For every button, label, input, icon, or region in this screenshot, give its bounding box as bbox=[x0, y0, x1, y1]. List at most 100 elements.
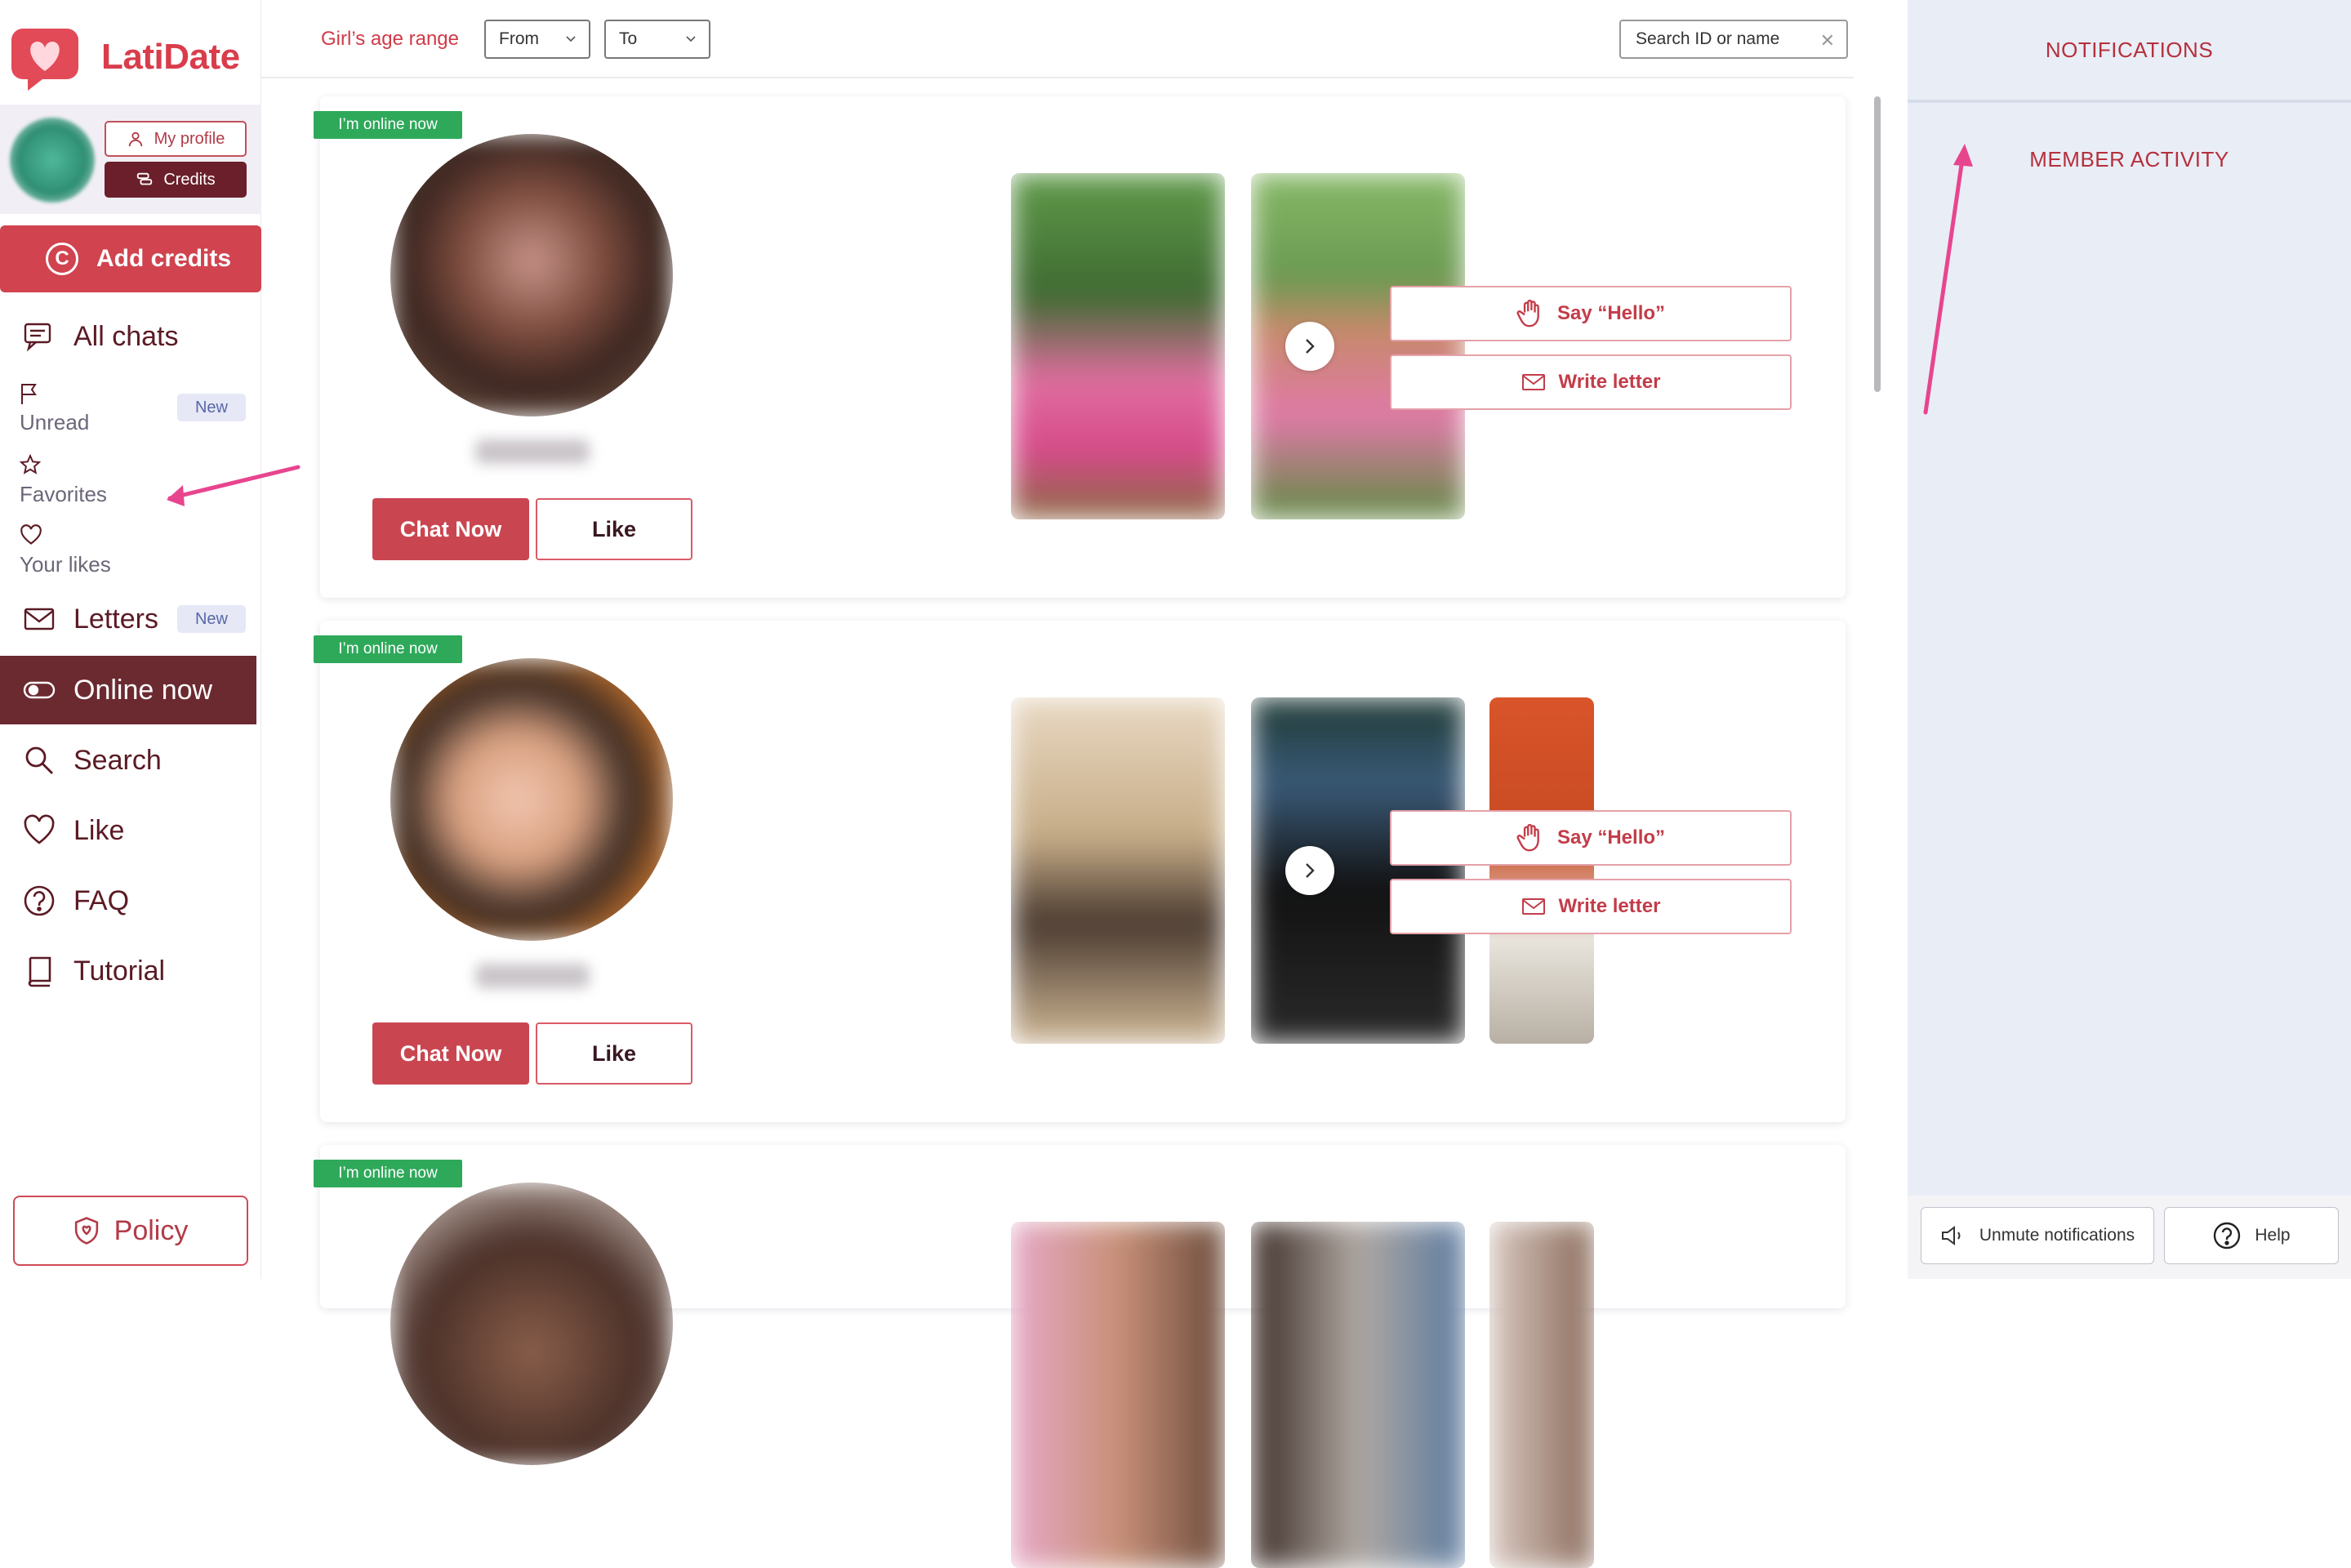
panel-footer: Unmute notifications Help bbox=[1908, 1196, 2351, 1279]
nav-tutorial[interactable]: Tutorial bbox=[0, 937, 256, 1005]
gallery-photo[interactable] bbox=[1011, 697, 1225, 1044]
divider bbox=[1908, 100, 2351, 103]
nav-search[interactable]: Search bbox=[0, 726, 256, 795]
user-icon bbox=[128, 131, 142, 147]
chevron-down-icon bbox=[686, 36, 696, 42]
chat-now-button[interactable]: Chat Now bbox=[372, 1022, 529, 1085]
nav-your-likes-label: Your likes bbox=[20, 552, 111, 577]
gallery-photo[interactable] bbox=[1251, 1222, 1465, 1568]
unread-new-badge: New bbox=[177, 394, 246, 421]
nav-online-now[interactable]: Online now bbox=[0, 656, 256, 724]
profile-photo[interactable] bbox=[390, 658, 673, 941]
speaker-muted-icon bbox=[1941, 1226, 1961, 1245]
sidebar: LatiDate My profile Credits C Add credit… bbox=[0, 0, 261, 1279]
profile-box: My profile Credits bbox=[0, 105, 261, 214]
profile-card: I’m online now bbox=[314, 1145, 1846, 1568]
book-icon bbox=[28, 956, 51, 987]
my-profile-button[interactable]: My profile bbox=[105, 121, 247, 157]
search-icon bbox=[25, 746, 53, 774]
waving-hand-icon bbox=[1516, 823, 1539, 852]
nav-all-chats[interactable]: All chats bbox=[0, 302, 256, 371]
nav-like[interactable]: Like bbox=[0, 796, 256, 865]
chat-now-button[interactable]: Chat Now bbox=[372, 498, 529, 560]
envelope-icon bbox=[1521, 374, 1545, 390]
add-credits-label: Add credits bbox=[96, 245, 232, 272]
scrollbar[interactable] bbox=[1874, 96, 1881, 392]
coins-icon bbox=[137, 172, 153, 185]
profile-card: I’m online now Chat Now Like Say “Hello”… bbox=[314, 621, 1846, 1122]
chevron-right-icon bbox=[1306, 339, 1315, 354]
gallery-next-button[interactable] bbox=[1285, 322, 1334, 371]
chevron-right-icon bbox=[1306, 863, 1315, 878]
my-profile-label: My profile bbox=[154, 129, 225, 148]
nav-faq-label: FAQ bbox=[73, 884, 130, 916]
notifications-title[interactable]: NOTIFICATIONS bbox=[1908, 38, 2351, 63]
question-circle-icon bbox=[24, 885, 55, 916]
gallery-photo[interactable] bbox=[1011, 1222, 1225, 1568]
nav-favorites[interactable]: Favorites bbox=[20, 454, 256, 511]
say-hello-button[interactable]: Say “Hello” bbox=[1390, 286, 1792, 341]
gallery-photo[interactable] bbox=[1489, 697, 1594, 1044]
gallery-photo[interactable] bbox=[1251, 173, 1465, 519]
unmute-notifications-button[interactable]: Unmute notifications bbox=[1921, 1207, 2154, 1264]
profile-name-blurred bbox=[475, 439, 590, 464]
age-from-select[interactable]: From bbox=[484, 20, 590, 59]
letters-new-badge: New bbox=[177, 605, 246, 633]
search-placeholder: Search ID or name bbox=[1636, 29, 1780, 48]
nav-unread-label: Unread bbox=[20, 410, 90, 434]
add-credits-button[interactable]: C Add credits bbox=[0, 225, 261, 292]
age-to-value: To bbox=[619, 29, 638, 48]
like-button[interactable]: Like bbox=[536, 1022, 692, 1085]
profile-photo[interactable] bbox=[390, 1183, 673, 1465]
heart-icon bbox=[24, 814, 55, 844]
profile-photo[interactable] bbox=[390, 134, 673, 416]
nav-online-now-label: Online now bbox=[73, 674, 213, 706]
avatar[interactable] bbox=[10, 118, 95, 203]
help-button[interactable]: Help bbox=[2164, 1207, 2339, 1264]
brand-logo[interactable]: LatiDate bbox=[8, 16, 253, 98]
shield-icon bbox=[74, 1217, 98, 1245]
nav-tutorial-label: Tutorial bbox=[73, 955, 166, 987]
waving-hand-icon bbox=[1516, 299, 1539, 327]
like-button[interactable]: Like bbox=[536, 498, 692, 560]
unmute-label: Unmute notifications bbox=[1979, 1226, 2135, 1245]
profile-card: I’m online now Chat Now Like Say “Hello”… bbox=[314, 96, 1846, 598]
write-letter-label: Write letter bbox=[1558, 371, 1661, 393]
credits-button[interactable]: Credits bbox=[105, 162, 247, 198]
write-letter-button[interactable]: Write letter bbox=[1390, 879, 1792, 934]
envelope-icon bbox=[24, 608, 55, 630]
write-letter-label: Write letter bbox=[1558, 895, 1661, 917]
age-from-value: From bbox=[499, 29, 539, 48]
gallery-photo[interactable] bbox=[1011, 173, 1225, 519]
member-activity-title[interactable]: MEMBER ACTIVITY bbox=[1908, 147, 2351, 172]
say-hello-button[interactable]: Say “Hello” bbox=[1390, 810, 1792, 866]
policy-button[interactable]: Policy bbox=[13, 1196, 248, 1266]
nav-your-likes[interactable]: Your likes bbox=[20, 524, 256, 581]
nav-favorites-label: Favorites bbox=[20, 482, 107, 506]
nav-all-chats-label: All chats bbox=[73, 320, 179, 352]
gallery-photo[interactable] bbox=[1489, 1222, 1594, 1568]
gallery-photo[interactable] bbox=[1251, 697, 1465, 1044]
nav-faq[interactable]: FAQ bbox=[0, 866, 256, 935]
flag-icon bbox=[21, 384, 37, 404]
star-icon bbox=[20, 454, 41, 474]
write-letter-button[interactable]: Write letter bbox=[1390, 354, 1792, 410]
chat-bubbles-icon bbox=[24, 323, 51, 352]
clear-search-icon[interactable]: ✕ bbox=[1820, 30, 1835, 51]
main-content: Girl’s age range From To Search ID or na… bbox=[261, 0, 1908, 1568]
say-hello-label: Say “Hello” bbox=[1556, 302, 1666, 324]
notifications-panel: NOTIFICATIONS MEMBER ACTIVITY Unmute not… bbox=[1908, 0, 2351, 1279]
question-circle-icon bbox=[2214, 1222, 2241, 1250]
nav-like-label: Like bbox=[73, 814, 125, 846]
credits-label: Credits bbox=[163, 170, 216, 189]
brand-name: LatiDate bbox=[101, 37, 240, 77]
nav-letters-label: Letters bbox=[73, 603, 158, 635]
age-to-select[interactable]: To bbox=[604, 20, 710, 59]
search-input[interactable]: Search ID or name ✕ bbox=[1619, 20, 1848, 59]
gallery-next-button[interactable] bbox=[1285, 846, 1334, 895]
policy-label: Policy bbox=[114, 1214, 189, 1246]
filter-bar: Girl’s age range From To Search ID or na… bbox=[261, 0, 1854, 78]
say-hello-label: Say “Hello” bbox=[1556, 826, 1666, 849]
nav-search-label: Search bbox=[73, 744, 162, 776]
chevron-down-icon bbox=[566, 36, 576, 42]
